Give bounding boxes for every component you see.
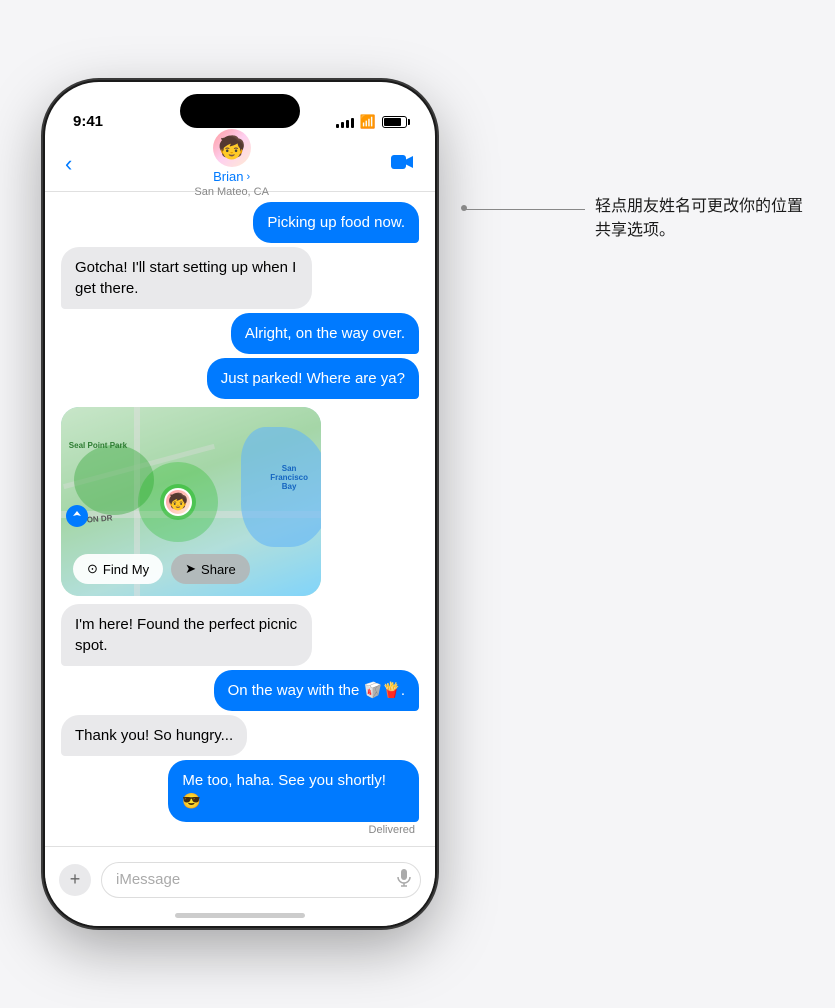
location-map-bubble[interactable]: Seal Point Park SanFranciscoBay INTON DR: [61, 407, 321, 596]
message-row: I'm here! Found the perfect picnic spot.: [61, 604, 419, 666]
wifi-icon: 📶: [360, 114, 376, 130]
park-label: Seal Point Park: [69, 441, 127, 450]
contact-name[interactable]: Brian ›: [213, 169, 250, 184]
mic-button[interactable]: [397, 869, 411, 891]
contact-location: San Mateo, CA: [194, 186, 269, 198]
bay-label: SanFranciscoBay: [270, 464, 308, 491]
map-action-buttons: ⊙ Find My ➤ Share: [73, 554, 250, 584]
navigation-bar: ‹ 🧒 Brian › San Mateo, CA: [45, 136, 435, 192]
back-button[interactable]: ‹: [65, 151, 72, 177]
callout-annotation: 轻点朋友姓名可更改你的位置共享选项。: [595, 195, 805, 243]
delivered-status: Delivered: [369, 824, 415, 836]
sent-bubble: On the way with the 🥡🍟.: [214, 670, 419, 711]
home-indicator: [175, 913, 305, 918]
message-row: Me too, haha. See you shortly! 😎 Deliver…: [61, 760, 419, 836]
add-attachment-button[interactable]: +: [59, 864, 91, 896]
find-my-icon: ⊙: [87, 561, 98, 577]
video-call-button[interactable]: [391, 151, 415, 177]
message-row: Picking up food now.: [61, 202, 419, 243]
message-row: Gotcha! I'll start setting up when I get…: [61, 247, 419, 309]
phone-shell: 9:41 📶 ‹ 🧒 Brian ›: [45, 82, 435, 926]
message-row: Alright, on the way over.: [61, 313, 419, 354]
received-bubble: Gotcha! I'll start setting up when I get…: [61, 247, 312, 309]
signal-icon: [336, 116, 354, 128]
sent-bubble: Picking up food now.: [253, 202, 419, 243]
sent-bubble: Alright, on the way over.: [231, 313, 419, 354]
find-my-button[interactable]: ⊙ Find My: [73, 554, 163, 584]
chevron-right-icon: ›: [247, 171, 251, 183]
contact-header[interactable]: 🧒 Brian › San Mateo, CA: [194, 129, 269, 198]
sent-bubble: Me too, haha. See you shortly! 😎: [168, 760, 419, 822]
message-input-wrapper: iMessage: [101, 862, 421, 898]
share-button[interactable]: ➤ Share: [171, 554, 250, 584]
share-icon: ➤: [185, 561, 196, 577]
received-bubble: Thank you! So hungry...: [61, 715, 247, 756]
sent-bubble: Just parked! Where are ya?: [207, 358, 419, 399]
received-bubble: I'm here! Found the perfect picnic spot.: [61, 604, 312, 666]
status-icons: 📶: [336, 114, 407, 130]
user-pin: 🧒: [138, 462, 218, 542]
status-time: 9:41: [73, 113, 103, 130]
battery-icon: [382, 116, 407, 128]
message-row: On the way with the 🥡🍟.: [61, 670, 419, 711]
message-input[interactable]: iMessage: [101, 862, 421, 898]
dynamic-island: [180, 94, 300, 128]
messages-area: Picking up food now. Gotcha! I'll start …: [45, 192, 435, 846]
message-row: Thank you! So hungry...: [61, 715, 419, 756]
message-row: Just parked! Where are ya?: [61, 358, 419, 399]
